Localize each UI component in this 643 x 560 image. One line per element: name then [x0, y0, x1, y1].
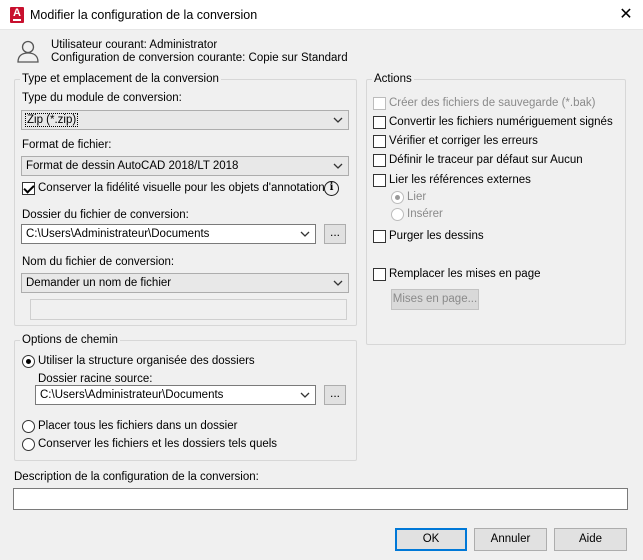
current-user-text: Utilisateur courant: Administrator	[51, 39, 218, 51]
current-config-text: Configuration de conversion courante: Co…	[51, 52, 348, 64]
browse-folder-button[interactable]: ...	[324, 224, 346, 244]
user-icon	[17, 40, 39, 63]
conversion-folder-value: C:\Users\Administrateur\Documents	[26, 228, 210, 240]
source-folder-combo[interactable]: C:\Users\Administrateur\Documents	[35, 385, 316, 405]
chevron-down-icon	[300, 231, 310, 237]
purge-checkbox[interactable]	[373, 230, 386, 243]
module-type-label: Type du module de conversion:	[22, 92, 182, 104]
chevron-down-icon	[333, 280, 343, 286]
single-folder-label: Placer tous les fichiers dans un dossier	[38, 420, 238, 432]
insert-label: Insérer	[407, 208, 443, 220]
backup-label: Créer des fichiers de sauvegarde (*.bak)	[389, 97, 596, 109]
plotter-checkbox[interactable]	[373, 154, 386, 167]
bind-xrefs-checkbox[interactable]	[373, 174, 386, 187]
browse-source-button[interactable]: ...	[324, 385, 346, 405]
info-icon[interactable]: i	[324, 181, 339, 196]
chevron-down-icon	[300, 392, 310, 398]
audit-label: Vérifier et corriger les erreurs	[389, 135, 538, 147]
bind-radio[interactable]	[391, 191, 404, 204]
insert-radio[interactable]	[391, 208, 404, 221]
conversion-folder-label: Dossier du fichier de conversion:	[22, 209, 189, 221]
file-format-select[interactable]: Format de dessin AutoCAD 2018/LT 2018	[21, 156, 349, 176]
help-button[interactable]: Aide	[554, 528, 627, 551]
layouts-button[interactable]: Mises en page...	[391, 289, 479, 310]
structure-radio[interactable]	[22, 355, 35, 368]
backup-checkbox[interactable]	[373, 97, 386, 110]
convert-signed-label: Convertir les fichiers numériguement sig…	[389, 116, 613, 128]
file-format-label: Format de fichier:	[22, 139, 112, 151]
audit-checkbox[interactable]	[373, 135, 386, 148]
bind-xrefs-label: Lier les références externes	[389, 174, 531, 186]
cancel-button[interactable]: Annuler	[474, 528, 547, 551]
autocad-app-icon: A	[10, 7, 24, 23]
chevron-down-icon	[333, 117, 343, 123]
replace-layouts-label: Remplacer les mises en page	[389, 268, 541, 280]
keep-structure-radio[interactable]	[22, 438, 35, 451]
description-label: Description de la configuration de la co…	[14, 471, 259, 483]
fidelity-checkbox[interactable]	[22, 182, 35, 195]
ok-button[interactable]: OK	[395, 528, 467, 551]
close-icon[interactable]: ✕	[614, 4, 638, 26]
description-input[interactable]	[13, 488, 628, 510]
source-folder-value: C:\Users\Administrateur\Documents	[40, 389, 224, 401]
purge-label: Purger les dessins	[389, 230, 484, 242]
conversion-name-value: Demander un nom de fichier	[26, 277, 172, 289]
conversion-name-label: Nom du fichier de conversion:	[22, 256, 175, 268]
window-title: Modifier la configuration de la conversi…	[30, 8, 258, 22]
convert-signed-checkbox[interactable]	[373, 116, 386, 129]
conversion-name-input[interactable]	[30, 299, 347, 320]
keep-structure-label: Conserver les fichiers et les dossiers t…	[38, 438, 278, 450]
source-folder-label: Dossier racine source:	[38, 373, 153, 385]
single-folder-radio[interactable]	[22, 420, 35, 433]
conversion-folder-combo[interactable]: C:\Users\Administrateur\Documents	[21, 224, 316, 244]
actions-legend: Actions	[372, 73, 414, 85]
module-type-select[interactable]: Zip (*.zip)	[21, 110, 349, 130]
plotter-label: Définir le traceur par défaut sur Aucun	[389, 154, 583, 166]
bind-label: Lier	[407, 191, 427, 203]
replace-layouts-checkbox[interactable]	[373, 268, 386, 281]
type-location-legend: Type et emplacement de la conversion	[20, 73, 221, 85]
conversion-name-select[interactable]: Demander un nom de fichier	[21, 273, 349, 293]
fidelity-label: Conserver la fidélité visuelle pour les …	[38, 182, 325, 194]
chevron-down-icon	[333, 163, 343, 169]
module-type-value: Zip (*.zip)	[24, 113, 79, 127]
structure-label: Utiliser la structure organisée des doss…	[38, 355, 255, 367]
file-format-value: Format de dessin AutoCAD 2018/LT 2018	[26, 160, 239, 172]
path-options-legend: Options de chemin	[20, 334, 120, 346]
